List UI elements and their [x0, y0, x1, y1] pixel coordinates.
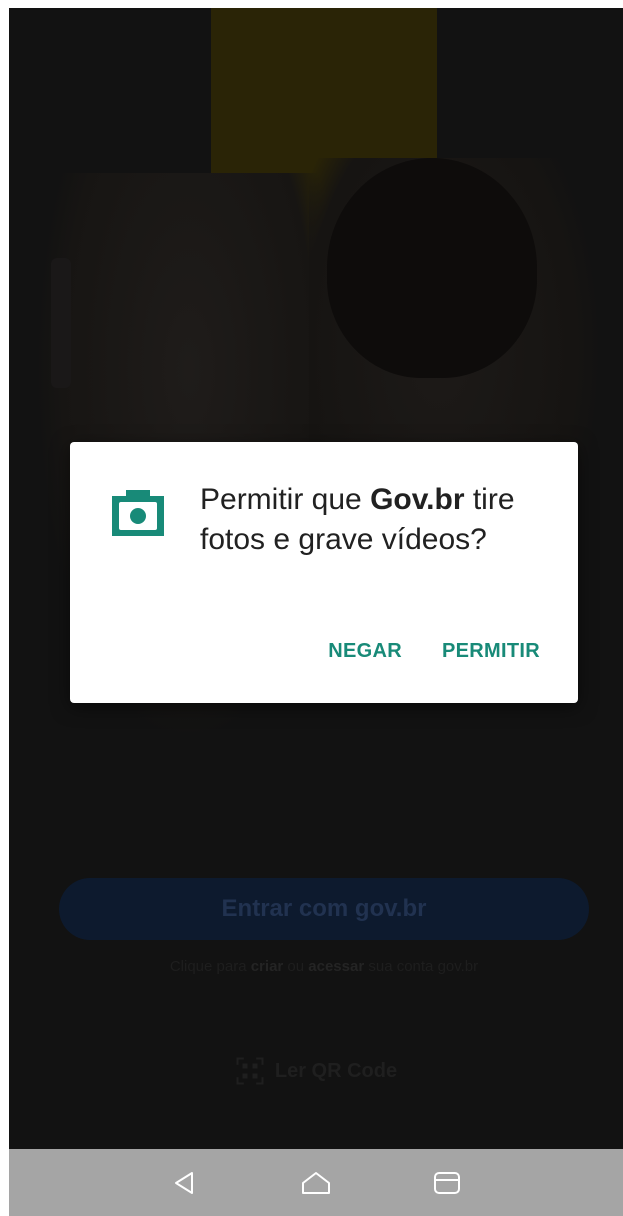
- camera-permission-dialog: Permitir que Gov.br tire fotos e grave v…: [70, 442, 578, 703]
- qr-code-icon: [236, 1057, 264, 1085]
- login-hint-create: criar: [250, 958, 284, 975]
- recents-button[interactable]: [427, 1163, 467, 1203]
- deny-button[interactable]: NEGAR: [328, 640, 402, 663]
- background-hair: [327, 158, 537, 378]
- login-hint-access: acessar: [308, 958, 365, 975]
- back-icon: [174, 1171, 193, 1194]
- app-screen: Entrar com gov.br Clique para criar ou a…: [9, 8, 623, 1216]
- login-hint-middle: ou: [283, 958, 309, 975]
- read-qr-code-label: Ler QR Code: [274, 1059, 398, 1082]
- home-icon: [301, 1171, 330, 1194]
- recents-icon: [434, 1171, 461, 1194]
- camera-icon: [112, 490, 164, 536]
- login-hint-prefix: Clique para: [169, 958, 251, 975]
- permission-message-prefix: Permitir que: [200, 483, 371, 516]
- dialog-actions: NEGAR PERMITIR: [328, 640, 540, 663]
- permission-message: Permitir que Gov.br tire fotos e grave v…: [200, 480, 540, 560]
- login-hint: Clique para criar ou acessar sua conta g…: [59, 958, 589, 975]
- back-button[interactable]: [165, 1163, 205, 1203]
- login-hint-suffix: sua conta gov.br: [364, 958, 479, 975]
- permission-app-name: Gov.br: [370, 483, 465, 516]
- allow-button[interactable]: PERMITIR: [442, 640, 540, 663]
- navigation-bar: [9, 1149, 623, 1216]
- home-button[interactable]: [296, 1163, 336, 1203]
- background-phone: [51, 258, 71, 388]
- read-qr-code-button[interactable]: Ler QR Code: [9, 1053, 623, 1089]
- login-govbr-button[interactable]: Entrar com gov.br: [59, 878, 589, 940]
